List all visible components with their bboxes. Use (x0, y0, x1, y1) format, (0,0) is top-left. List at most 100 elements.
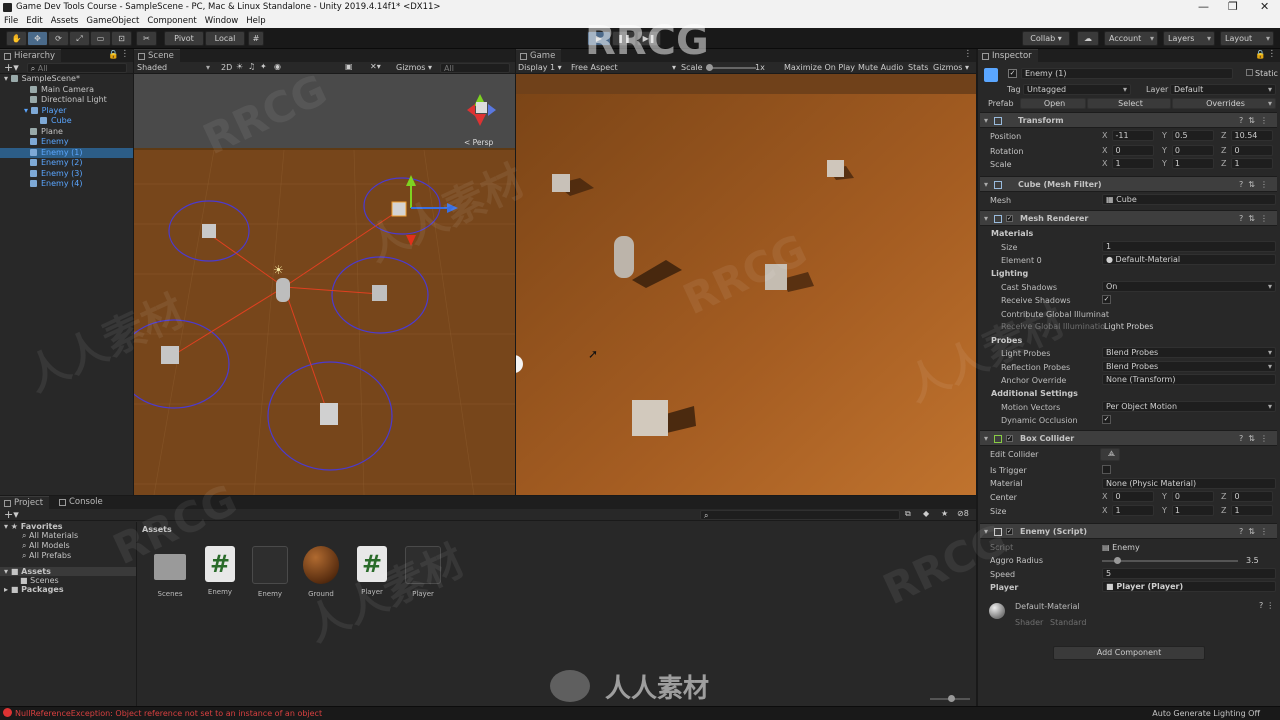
rect-tool-button[interactable]: ▭ (90, 31, 111, 46)
motion-vectors-dropdown[interactable]: Per Object Motion (1102, 401, 1276, 412)
lock-icon[interactable]: 🔒 (108, 50, 119, 60)
asset-breadcrumb[interactable]: Assets (142, 525, 172, 534)
asset-enemy-script[interactable]: # Enemy (198, 546, 242, 596)
probes-foldout[interactable]: Probes (991, 336, 1022, 345)
prefab-open-button[interactable]: Open (1020, 98, 1086, 109)
layers-dropdown[interactable]: Layers (1163, 31, 1215, 46)
boxcollider-header[interactable]: ▾ ✓ Box Collider ?⇅⋮ (980, 430, 1277, 446)
tree-item-enemy-2[interactable]: Enemy (2) (0, 158, 133, 169)
menu-edit[interactable]: Edit (26, 15, 42, 28)
collab-button[interactable]: Collab ▾ (1022, 31, 1070, 46)
thumbnail-size-slider[interactable] (930, 695, 970, 702)
position-z[interactable]: Z 10.54 (1221, 130, 1274, 141)
tree-item-enemy-1[interactable]: Enemy (1) (0, 147, 133, 158)
more-icon[interactable]: ⋮ (1268, 49, 1277, 59)
active-checkbox[interactable]: ✓ (1008, 69, 1017, 78)
scale-x[interactable]: X1 (1102, 158, 1155, 169)
tab-inspector[interactable]: Inspector (978, 49, 1038, 62)
favorites-folder[interactable]: ▾ ★ Favorites (0, 522, 136, 531)
position-y[interactable]: Y 0.5 (1162, 130, 1214, 141)
dynamic-occlusion-checkbox[interactable]: ✓ (1102, 415, 1111, 424)
add-component-button[interactable]: Add Component (1053, 646, 1205, 660)
menu-window[interactable]: Window (205, 15, 239, 28)
tree-item-main-camera[interactable]: Main Camera (0, 85, 133, 96)
component-settings-icon[interactable]: ?⇅⋮ (1239, 211, 1273, 226)
effects-toggle-icon[interactable]: ✦ (260, 62, 267, 71)
asset-ground-material[interactable]: Ground (299, 546, 343, 598)
meshfilter-header[interactable]: ▾ Cube (Mesh Filter) ?⇅⋮ (980, 176, 1277, 192)
aggro-radius-value[interactable]: 3.5 (1246, 556, 1259, 565)
layer-dropdown[interactable]: Default (1170, 84, 1276, 95)
center-z[interactable]: Z0 (1221, 491, 1274, 502)
lighting-foldout[interactable]: Lighting (991, 269, 1028, 278)
maximize-icon[interactable]: ❐ (1228, 0, 1238, 14)
object-name-field[interactable]: Enemy (1) (1021, 68, 1233, 79)
favorite-all-models[interactable]: ⌕ All Models (0, 541, 136, 551)
tab-console[interactable]: Console (55, 496, 109, 509)
scenes-folder[interactable]: ■ Scenes (0, 576, 136, 585)
close-icon[interactable]: ✕ (1260, 0, 1269, 14)
rotation-x[interactable]: X0 (1102, 145, 1155, 156)
move-tool-button[interactable]: ✥ (27, 31, 48, 46)
scale-slider-thumb[interactable] (706, 64, 713, 71)
lighting-toggle-icon[interactable]: ☀ (236, 62, 243, 71)
tree-item-player[interactable]: ▾ Player (0, 106, 133, 117)
display-dropdown[interactable]: Display 1 ▾ (518, 63, 562, 72)
center-y[interactable]: Y0 (1162, 491, 1214, 502)
element0-field[interactable]: ● Default-Material (1102, 254, 1276, 265)
aspect-dropdown[interactable]: Free Aspect ▾ (571, 63, 676, 72)
menu-component[interactable]: Component (147, 15, 196, 28)
component-settings-icon[interactable]: ?⇅⋮ (1239, 431, 1273, 446)
tree-item-directional-light[interactable]: Directional Light (0, 95, 133, 106)
scale-z[interactable]: Z1 (1221, 158, 1274, 169)
menu-file[interactable]: File (4, 15, 18, 28)
game-gizmos-dropdown[interactable]: Gizmos ▾ (933, 63, 969, 72)
menu-help[interactable]: Help (246, 15, 265, 28)
materials-size-field[interactable]: 1 (1102, 241, 1276, 252)
assets-folder[interactable]: ▾ ■ Assets (0, 567, 136, 576)
component-settings-icon[interactable]: ?⇅⋮ (1239, 524, 1273, 539)
collider-material-field[interactable]: None (Physic Material) (1102, 478, 1276, 489)
tree-item-enemy-4[interactable]: Enemy (4) (0, 179, 133, 190)
audio-toggle-icon[interactable]: ♫ (248, 62, 255, 71)
scene-viewport[interactable]: ☀ (134, 74, 515, 495)
is-trigger-checkbox[interactable] (1102, 465, 1111, 474)
tab-hierarchy[interactable]: Hierarchy (0, 49, 62, 62)
transform-tool-button[interactable]: ⊡ (111, 31, 132, 46)
gizmos-dropdown[interactable]: Gizmos ▾ (396, 63, 432, 72)
maximize-on-play-toggle[interactable]: Maximize On Play (784, 63, 855, 72)
more-icon[interactable]: ⋮ (121, 49, 130, 59)
collider-size-y[interactable]: Y1 (1162, 505, 1214, 516)
rotation-y[interactable]: Y0 (1162, 145, 1214, 156)
local-button[interactable]: Local (205, 31, 245, 46)
scale-y[interactable]: Y1 (1162, 158, 1214, 169)
grid-snap-button[interactable]: # (248, 31, 264, 46)
more-icon[interactable]: ⋮ (964, 49, 973, 59)
asset-player-prefab[interactable]: Player (401, 546, 445, 598)
asset-enemy-prefab[interactable]: Enemy (248, 546, 292, 598)
tab-game[interactable]: Game (516, 49, 562, 62)
visibility-icon[interactable]: ◉ (274, 62, 281, 71)
prefab-overrides-dropdown[interactable]: Overrides (1172, 98, 1276, 109)
mode-2d-button[interactable]: 2D (221, 63, 232, 72)
anchor-override-field[interactable]: None (Transform) (1102, 374, 1276, 385)
tab-scene[interactable]: Scene (134, 49, 180, 62)
pause-button[interactable]: ❚❚ (612, 31, 636, 46)
hierarchy-search-input[interactable]: ⌕ All (26, 62, 127, 73)
scale-tool-button[interactable]: ⤢ (69, 31, 90, 46)
additional-settings-foldout[interactable]: Additional Settings (991, 389, 1078, 398)
edit-collider-button[interactable]: ⟁ (1100, 448, 1120, 461)
create-asset-icon[interactable]: +▾ (4, 508, 19, 521)
custom-tool-button[interactable]: ✂ (136, 31, 157, 46)
minimize-icon[interactable]: — (1198, 0, 1209, 14)
tree-item-scene[interactable]: ▾ SampleScene* (0, 74, 133, 85)
aggro-radius-thumb[interactable] (1114, 557, 1121, 564)
pivot-button[interactable]: Pivot (164, 31, 204, 46)
hand-tool-button[interactable]: ✋ (6, 31, 27, 46)
auto-lighting-status[interactable]: Auto Generate Lighting Off (1152, 709, 1260, 718)
tree-item-enemy[interactable]: Enemy (0, 137, 133, 148)
hidden-packages-icon[interactable]: ⊘8 (957, 509, 969, 518)
enabled-checkbox[interactable]: ✓ (1006, 435, 1013, 442)
tree-item-plane[interactable]: Plane (0, 127, 133, 138)
step-button[interactable]: ▶❚ (637, 31, 661, 46)
